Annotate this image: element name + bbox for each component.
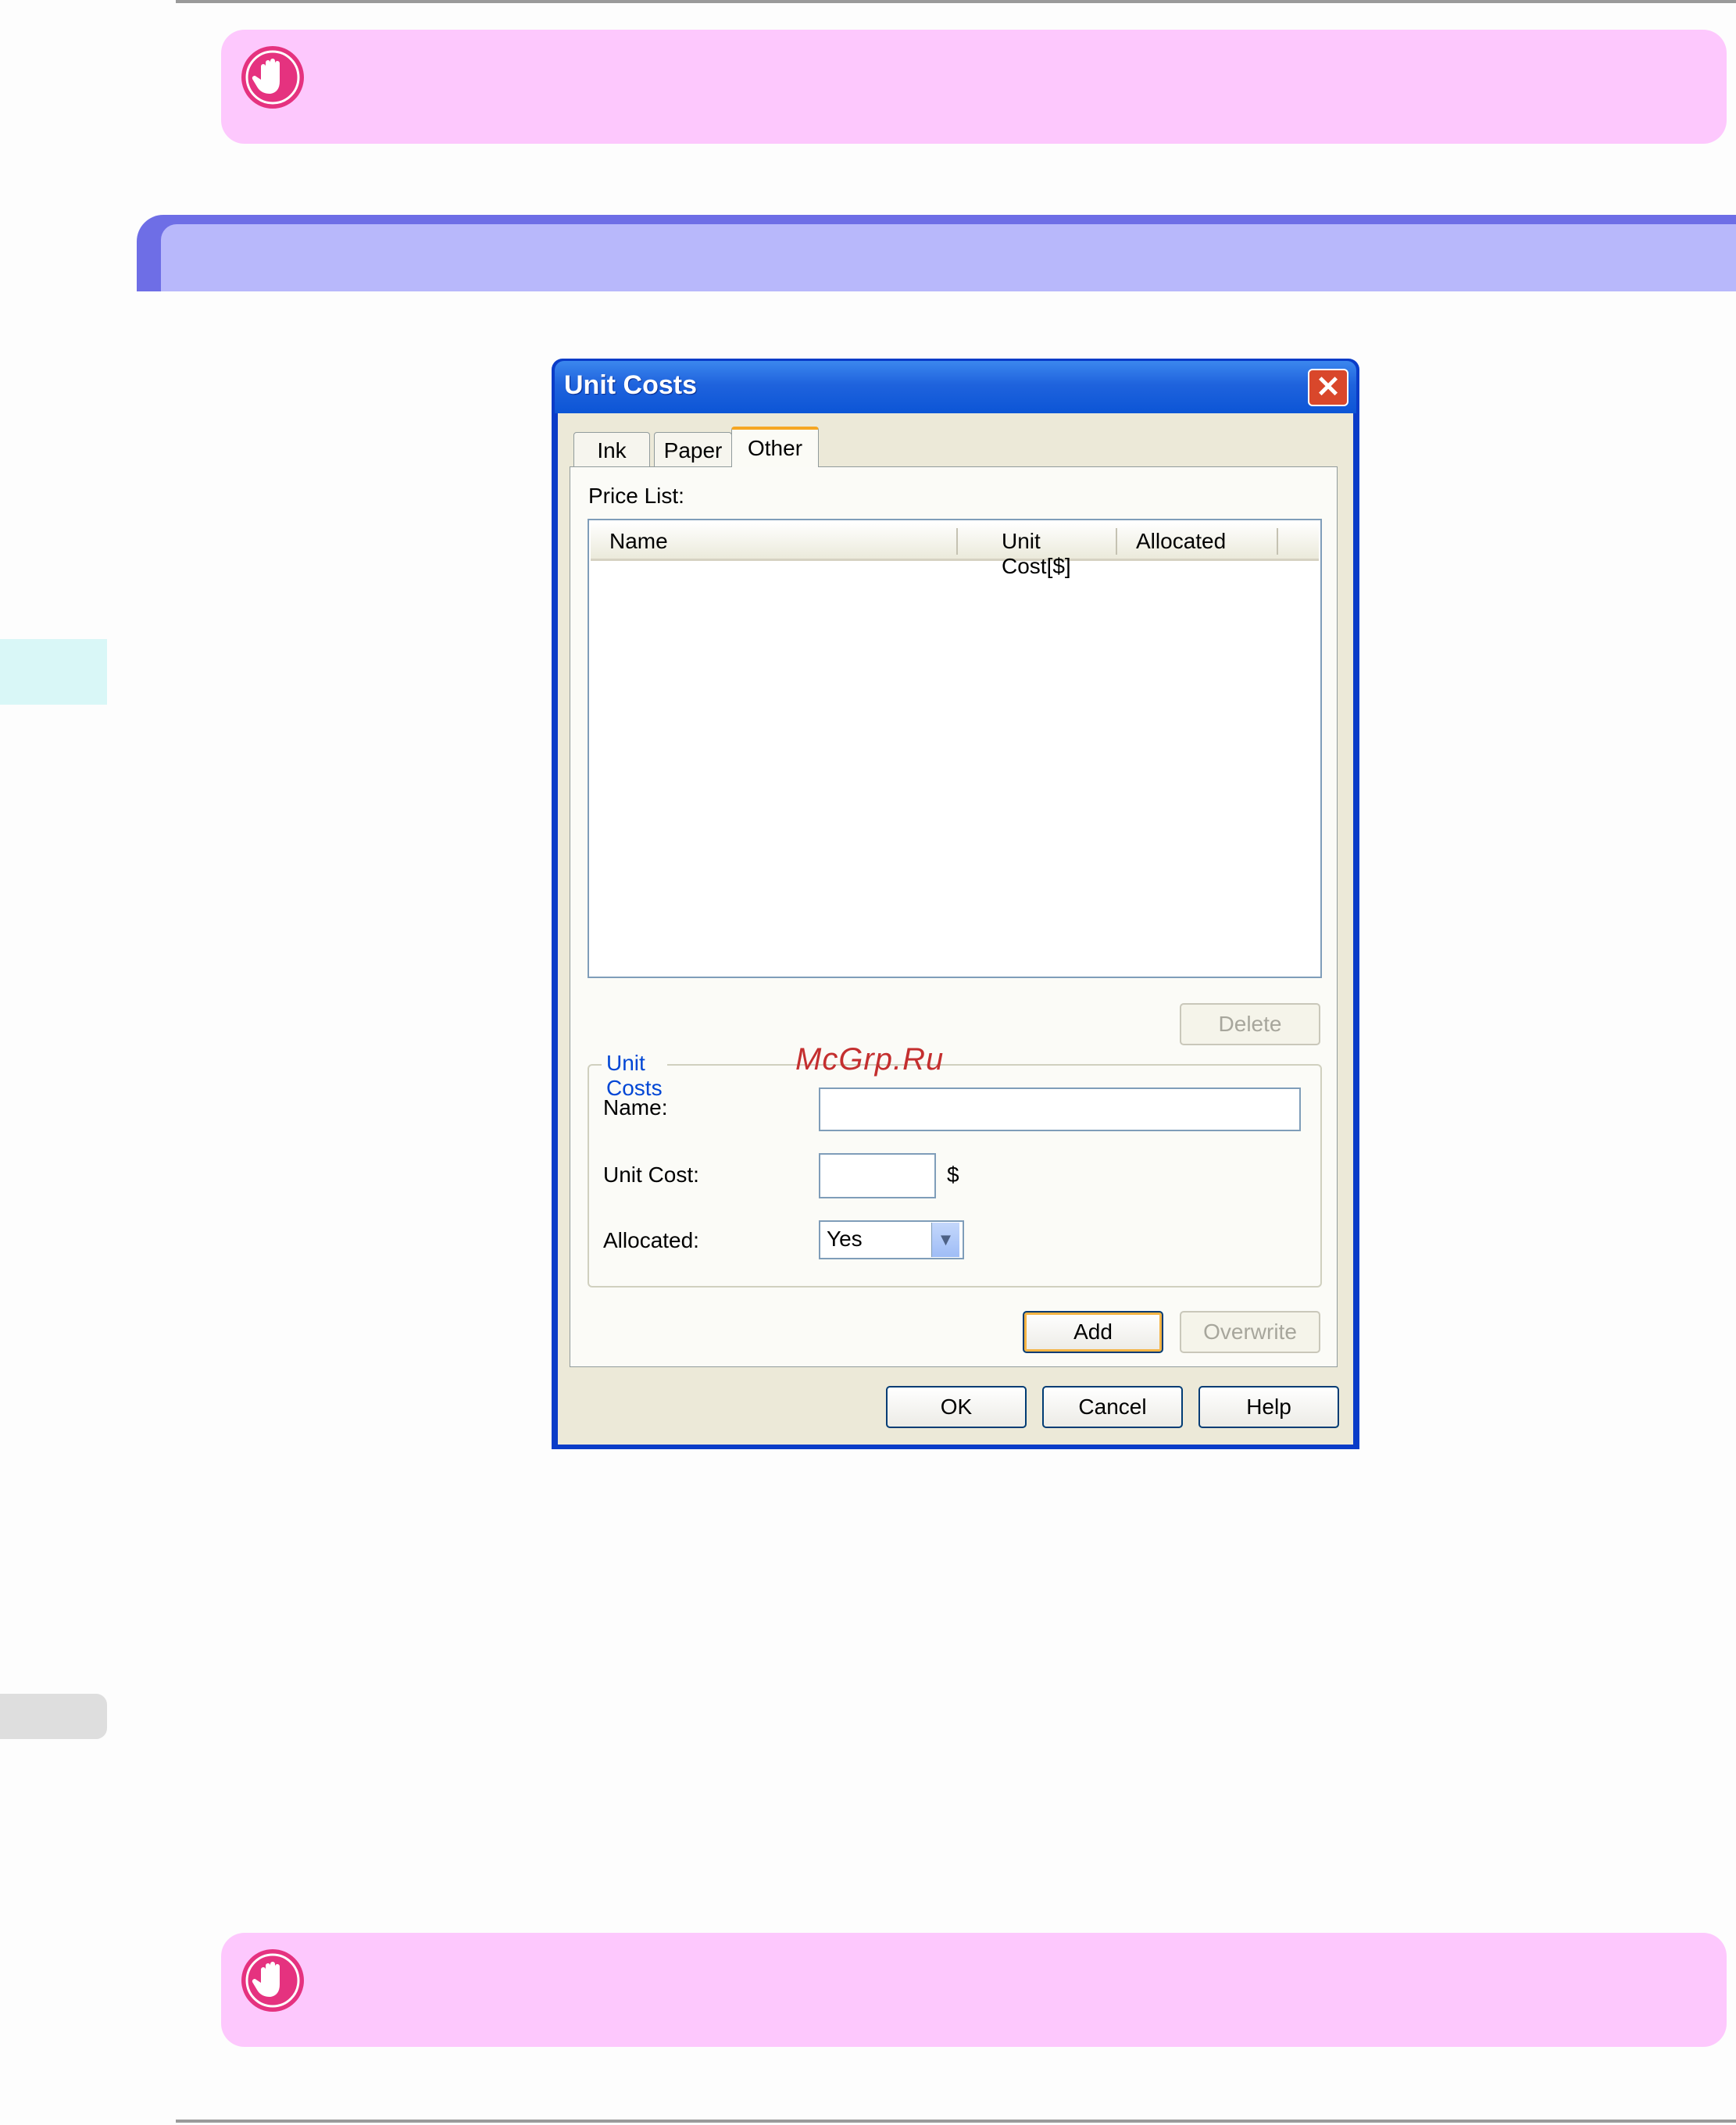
chevron-down-icon[interactable]: ▼ xyxy=(931,1223,959,1257)
important-note-bottom xyxy=(221,1933,1727,2047)
groupbox-title: Unit Costs xyxy=(602,1051,667,1101)
close-icon: ✕ xyxy=(1316,371,1341,404)
price-list-label: Price List: xyxy=(588,484,684,508)
page-side-tab xyxy=(0,1694,107,1739)
currency-label: $ xyxy=(947,1162,959,1187)
bottom-rule xyxy=(176,2120,1736,2123)
allocated-selected-value: Yes xyxy=(827,1227,863,1251)
name-input[interactable] xyxy=(819,1088,1301,1131)
watermark: McGrp.Ru xyxy=(795,1042,945,1077)
delete-button[interactable]: Delete xyxy=(1180,1003,1320,1045)
hand-stop-icon xyxy=(241,46,304,109)
column-header-unit-cost[interactable]: Unit Cost[$] xyxy=(1002,529,1071,579)
column-header-allocated[interactable]: Allocated xyxy=(1136,529,1226,554)
tab-paper[interactable]: Paper xyxy=(654,432,732,468)
name-label: Name: xyxy=(603,1095,668,1120)
dialog-title: Unit Costs xyxy=(564,370,697,400)
price-list[interactable] xyxy=(588,519,1322,978)
column-separator[interactable] xyxy=(1277,528,1278,555)
column-header-name[interactable]: Name xyxy=(609,529,668,554)
add-button[interactable]: Add xyxy=(1023,1311,1163,1353)
cancel-button[interactable]: Cancel xyxy=(1042,1386,1183,1428)
important-note-top xyxy=(221,30,1727,144)
ok-button[interactable]: OK xyxy=(886,1386,1027,1428)
unit-cost-label: Unit Cost: xyxy=(603,1162,699,1187)
unit-cost-input[interactable] xyxy=(819,1153,936,1198)
help-button[interactable]: Help xyxy=(1198,1386,1339,1428)
top-rule xyxy=(176,0,1736,3)
section-heading-inner xyxy=(161,224,1736,291)
chapter-side-tab xyxy=(0,639,107,705)
allocated-label: Allocated: xyxy=(603,1228,699,1252)
column-separator[interactable] xyxy=(956,528,958,555)
hand-stop-icon xyxy=(241,1949,304,2012)
tab-ink[interactable]: Ink xyxy=(573,432,650,468)
column-separator[interactable] xyxy=(1116,528,1117,555)
close-button[interactable]: ✕ xyxy=(1308,369,1348,406)
tab-other[interactable]: Other xyxy=(731,427,819,467)
overwrite-button[interactable]: Overwrite xyxy=(1180,1311,1320,1353)
